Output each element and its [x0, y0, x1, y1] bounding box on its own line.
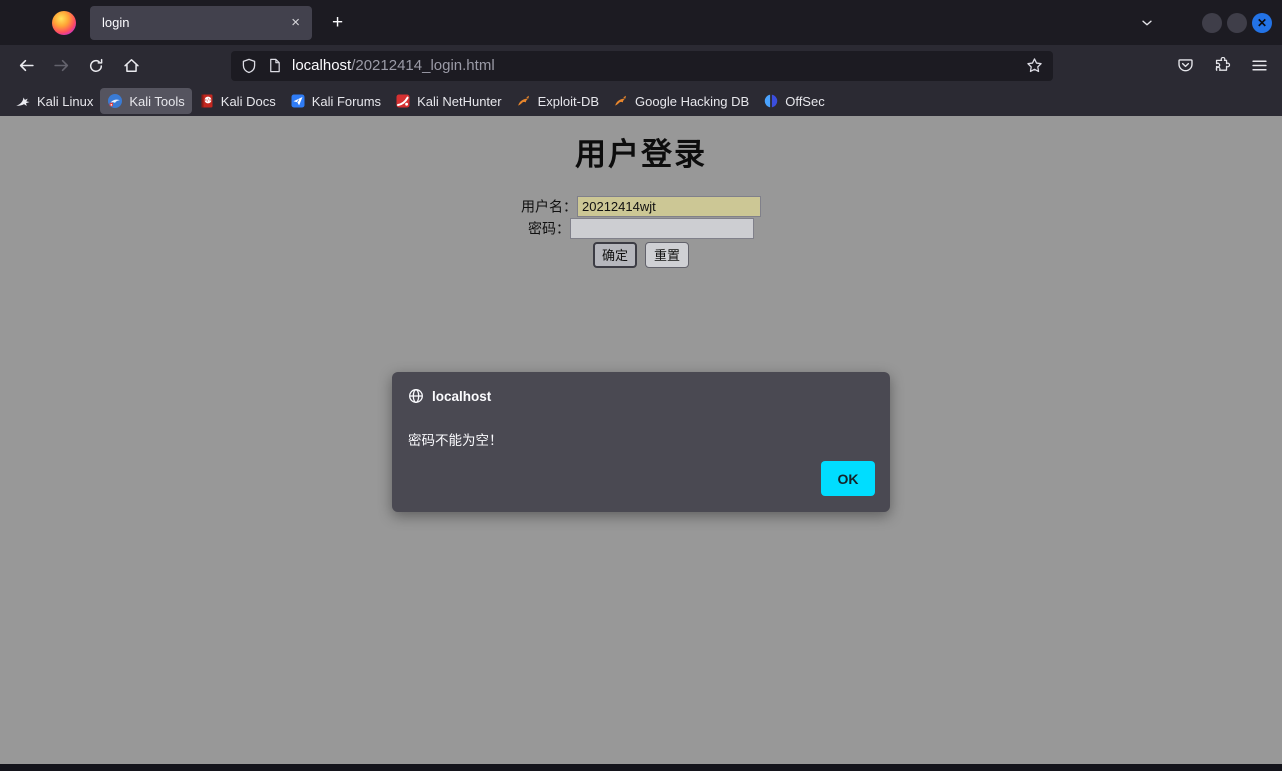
extensions-puzzle-icon[interactable] [1214, 57, 1231, 74]
form-buttons-row: 确定 重置 [0, 242, 1282, 268]
window-close-button[interactable]: ✕ [1252, 12, 1272, 33]
bookmarks-toolbar: Kali Linux Kali Tools </> Kali Docs Kali… [0, 86, 1282, 116]
google-hacking-db-icon [615, 95, 627, 106]
toolbar-right-icons [1177, 57, 1268, 74]
alert-dialog: localhost 密码不能为空！ OK [392, 372, 890, 512]
username-row: 用户名： [0, 196, 1282, 217]
kali-tools-icon [108, 94, 123, 108]
browser-tab-login[interactable]: login × [90, 5, 312, 40]
firefox-logo-icon[interactable] [52, 10, 76, 35]
bookmark-star-icon[interactable] [1026, 57, 1043, 74]
submit-button[interactable]: 确定 [592, 242, 637, 268]
navigation-toolbar: localhost/20212414_login.html [0, 45, 1282, 86]
globe-icon [409, 389, 423, 403]
tab-list-chevron-down-icon[interactable] [1140, 16, 1154, 30]
bookmark-label: Exploit-DB [537, 93, 600, 109]
offsec-icon [764, 94, 778, 108]
bookmark-kali-forums[interactable]: Kali Forums [283, 88, 388, 114]
url-host: localhost [292, 57, 352, 74]
password-label: 密码： [528, 220, 570, 237]
bookmark-label: OffSec [785, 93, 825, 109]
kali-docs-icon: </> [201, 94, 213, 108]
bookmark-kali-linux[interactable]: Kali Linux [8, 88, 100, 114]
password-input[interactable] [570, 218, 754, 239]
kali-dragon-icon [16, 97, 30, 106]
tracking-protection-shield-icon[interactable] [241, 58, 257, 74]
bookmark-label: Google Hacking DB [635, 93, 750, 109]
page-title: 用户登录 [575, 137, 707, 172]
alert-ok-button[interactable]: OK [821, 461, 875, 496]
tab-bar: login × + ✕ [0, 0, 1282, 45]
window-maximize-button[interactable] [1227, 12, 1247, 33]
url-bar[interactable]: localhost/20212414_login.html [231, 50, 1053, 81]
bookmark-google-hacking-db[interactable]: Google Hacking DB [606, 88, 756, 114]
alert-message: 密码不能为空！ [408, 433, 503, 448]
back-button[interactable] [10, 51, 42, 81]
username-label: 用户名： [521, 198, 577, 215]
bookmark-label: Kali Forums [311, 93, 382, 109]
svg-text:</>: </> [204, 98, 212, 103]
forward-button[interactable] [45, 51, 77, 81]
bookmark-label: Kali Tools [129, 93, 185, 109]
reload-button[interactable] [80, 51, 112, 81]
bookmark-label: Kali NetHunter [417, 93, 502, 109]
alert-dialog-header: localhost [408, 388, 874, 404]
bookmark-label: Kali Linux [37, 93, 94, 109]
bottom-taskbar-edge [0, 764, 1282, 771]
pocket-icon[interactable] [1177, 57, 1194, 74]
kali-forums-icon [291, 94, 305, 108]
bookmark-exploit-db[interactable]: Exploit-DB [509, 88, 606, 114]
tab-close-icon[interactable]: × [287, 13, 304, 32]
home-button[interactable] [115, 51, 147, 81]
kali-nethunter-icon [396, 94, 410, 108]
bookmark-kali-nethunter[interactable]: Kali NetHunter [388, 88, 509, 114]
new-tab-button[interactable]: + [324, 10, 351, 35]
bookmark-kali-tools[interactable]: Kali Tools [100, 88, 192, 114]
window-minimize-button[interactable] [1202, 12, 1222, 33]
url-path: /20212414_login.html [351, 57, 495, 74]
alert-source: localhost [432, 388, 492, 404]
reset-button[interactable]: 重置 [645, 242, 690, 268]
window-controls: ✕ [1202, 12, 1272, 33]
page-info-icon[interactable] [267, 58, 282, 73]
tab-title: login [102, 15, 130, 30]
bookmark-kali-docs[interactable]: </> Kali Docs [192, 88, 283, 114]
password-row: 密码： [0, 218, 1282, 239]
hamburger-menu-icon[interactable] [1251, 57, 1268, 74]
login-form: 用户名： 密码： 确定重置 [0, 196, 1282, 268]
bookmark-label: Kali Docs [220, 93, 276, 109]
username-input[interactable] [577, 196, 761, 217]
page-content: 用户登录 用户名： 密码： 确定重置 localhost 密码不能为空！ OK [0, 116, 1282, 764]
bookmark-offsec[interactable]: OffSec [756, 88, 832, 114]
exploit-db-icon [517, 95, 529, 106]
url-text[interactable]: localhost/20212414_login.html [292, 57, 1026, 74]
